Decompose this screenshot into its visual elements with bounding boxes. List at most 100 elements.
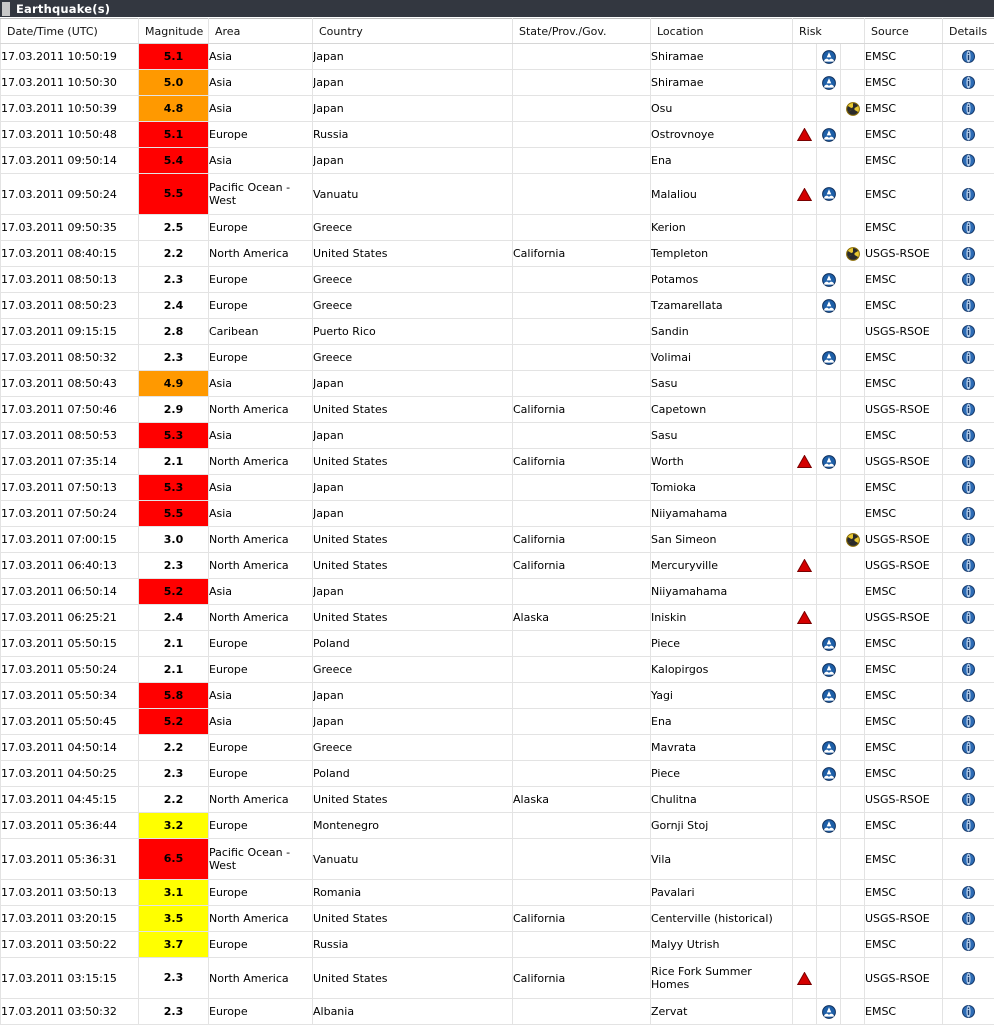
volcano-icon[interactable]: [797, 187, 812, 201]
table-row[interactable]: 17.03.2011 03:50:32 2.3 Europe Albania Zerva…: [0, 998, 994, 1025]
info-icon[interactable]: [962, 102, 975, 116]
cell-details[interactable]: [942, 214, 994, 241]
info-icon[interactable]: [962, 1005, 975, 1019]
info-icon[interactable]: [962, 377, 975, 391]
cell-details[interactable]: [942, 931, 994, 958]
nuclear-icon[interactable]: [845, 101, 860, 116]
tsunami-icon[interactable]: [821, 740, 836, 755]
col-header-risk[interactable]: Risk: [792, 18, 865, 44]
table-row[interactable]: 17.03.2011 10:50:30 5.0 Asia Japan Shiramae E…: [0, 69, 994, 96]
info-icon[interactable]: [962, 76, 975, 90]
table-row[interactable]: 17.03.2011 04:50:25 2.3 Europe Poland Piece E…: [0, 760, 994, 787]
table-row[interactable]: 17.03.2011 05:50:34 5.8 Asia Japan Yagi EMSC: [0, 682, 994, 709]
nuclear-icon[interactable]: [845, 246, 860, 261]
tsunami-icon[interactable]: [821, 49, 836, 64]
info-icon[interactable]: [962, 273, 975, 287]
info-icon[interactable]: [962, 50, 975, 64]
info-icon[interactable]: [962, 637, 975, 651]
tsunami-icon[interactable]: [821, 662, 836, 677]
table-row[interactable]: 17.03.2011 08:50:32 2.3 Europe Greece Volima…: [0, 344, 994, 371]
cell-details[interactable]: [942, 121, 994, 148]
col-header-details[interactable]: Details: [942, 18, 994, 44]
table-row[interactable]: 17.03.2011 05:50:45 5.2 Asia Japan Ena EMSC: [0, 708, 994, 735]
cell-details[interactable]: [942, 812, 994, 839]
cell-details[interactable]: [942, 578, 994, 605]
info-icon[interactable]: [962, 715, 975, 729]
table-row[interactable]: 17.03.2011 05:50:15 2.1 Europe Poland Piece E…: [0, 630, 994, 657]
cell-details[interactable]: [942, 95, 994, 122]
info-icon[interactable]: [962, 793, 975, 807]
col-header-state[interactable]: State/Prov./Gov.: [512, 18, 651, 44]
cell-details[interactable]: [942, 734, 994, 761]
table-row[interactable]: 17.03.2011 09:15:15 2.8 Caribean Puerto Ric…: [0, 318, 994, 345]
info-icon[interactable]: [962, 221, 975, 235]
info-icon[interactable]: [962, 559, 975, 573]
table-row[interactable]: 17.03.2011 03:50:22 3.7 Europe Russia Malyy …: [0, 931, 994, 958]
tsunami-icon[interactable]: [821, 187, 836, 201]
cell-details[interactable]: [942, 292, 994, 319]
cell-details[interactable]: [942, 396, 994, 423]
cell-details[interactable]: [942, 43, 994, 70]
tsunami-icon[interactable]: [821, 688, 836, 703]
cell-details[interactable]: [942, 552, 994, 579]
info-icon[interactable]: [962, 299, 975, 313]
table-row[interactable]: 17.03.2011 07:00:15 3.0 North America Unite…: [0, 526, 994, 553]
cell-details[interactable]: [942, 370, 994, 397]
cell-details[interactable]: [942, 526, 994, 553]
cell-details[interactable]: [942, 708, 994, 735]
table-row[interactable]: 17.03.2011 10:50:19 5.1 Asia Japan Shiramae E…: [0, 43, 994, 70]
cell-details[interactable]: [942, 147, 994, 174]
table-row[interactable]: 17.03.2011 10:50:48 5.1 Europe Russia Ostrov…: [0, 121, 994, 148]
cell-details[interactable]: [942, 786, 994, 813]
tsunami-icon[interactable]: [821, 298, 836, 313]
info-icon[interactable]: [962, 852, 975, 866]
table-row[interactable]: 17.03.2011 07:50:46 2.9 North America Unite…: [0, 396, 994, 423]
table-row[interactable]: 17.03.2011 06:40:13 2.3 North America Unite…: [0, 552, 994, 579]
tsunami-icon[interactable]: [821, 766, 836, 781]
info-icon[interactable]: [962, 689, 975, 703]
cell-details[interactable]: [942, 760, 994, 787]
cell-details[interactable]: [942, 173, 994, 215]
cell-details[interactable]: [942, 682, 994, 709]
table-row[interactable]: 17.03.2011 09:50:35 2.5 Europe Greece Kerion…: [0, 214, 994, 241]
tsunami-icon[interactable]: [821, 127, 836, 142]
cell-details[interactable]: [942, 604, 994, 631]
tsunami-icon[interactable]: [821, 818, 836, 833]
cell-details[interactable]: [942, 998, 994, 1025]
table-row[interactable]: 17.03.2011 09:50:14 5.4 Asia Japan Ena EMSC: [0, 147, 994, 174]
volcano-icon[interactable]: [797, 611, 812, 625]
info-icon[interactable]: [962, 741, 975, 755]
info-icon[interactable]: [962, 767, 975, 781]
volcano-icon[interactable]: [797, 128, 812, 142]
cell-details[interactable]: [942, 838, 994, 880]
table-row[interactable]: 17.03.2011 04:50:14 2.2 Europe Greece Mavrat…: [0, 734, 994, 761]
table-row[interactable]: 17.03.2011 03:15:15 2.3 North America Unite…: [0, 957, 994, 999]
table-row[interactable]: 17.03.2011 08:50:13 2.3 Europe Greece Potamo…: [0, 266, 994, 293]
info-icon[interactable]: [962, 663, 975, 677]
cell-details[interactable]: [942, 318, 994, 345]
table-row[interactable]: 17.03.2011 05:36:31 6.5 Pacific Ocean - We…: [0, 838, 994, 880]
info-icon[interactable]: [962, 912, 975, 926]
info-icon[interactable]: [962, 351, 975, 365]
col-header-magnitude[interactable]: Magnitude: [138, 18, 209, 44]
cell-details[interactable]: [942, 656, 994, 683]
table-row[interactable]: 17.03.2011 07:50:24 5.5 Asia Japan Niiyamaha…: [0, 500, 994, 527]
cell-details[interactable]: [942, 905, 994, 932]
info-icon[interactable]: [962, 154, 975, 168]
table-row[interactable]: 17.03.2011 07:35:14 2.1 North America Unite…: [0, 448, 994, 475]
table-row[interactable]: 17.03.2011 04:45:15 2.2 North America Unite…: [0, 786, 994, 813]
tsunami-icon[interactable]: [821, 75, 836, 90]
tsunami-icon[interactable]: [821, 636, 836, 651]
info-icon[interactable]: [962, 507, 975, 521]
info-icon[interactable]: [962, 971, 975, 985]
info-icon[interactable]: [962, 325, 975, 339]
tsunami-icon[interactable]: [821, 1004, 836, 1019]
table-row[interactable]: 17.03.2011 03:50:13 3.1 Europe Romania Paval…: [0, 879, 994, 906]
info-icon[interactable]: [962, 128, 975, 142]
cell-details[interactable]: [942, 344, 994, 371]
info-icon[interactable]: [962, 819, 975, 833]
tsunami-icon[interactable]: [821, 350, 836, 365]
cell-details[interactable]: [942, 240, 994, 267]
table-row[interactable]: 17.03.2011 08:50:53 5.3 Asia Japan Sasu EMSC: [0, 422, 994, 449]
col-header-location[interactable]: Location: [650, 18, 793, 44]
